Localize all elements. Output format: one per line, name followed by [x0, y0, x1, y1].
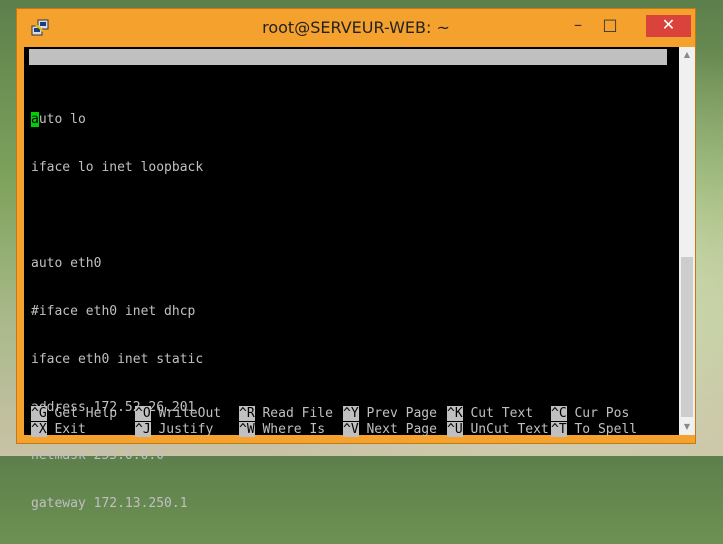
shortcut-label: WriteOut — [158, 406, 222, 421]
shortcut-key: ^T — [551, 422, 567, 437]
shortcut-label: Get Help — [54, 406, 118, 421]
shortcut-uncut-text[interactable]: ^U UnCut Text — [447, 422, 549, 438]
shortcut-key: ^X — [31, 422, 47, 437]
nano-modified-flag: Modified — [593, 97, 656, 112]
shortcut-prev-page[interactable]: ^Y Prev Page — [343, 406, 437, 422]
shortcut-key: ^K — [447, 406, 463, 421]
file-content[interactable]: auto lo iface lo inet loopback auto eth0… — [31, 80, 203, 544]
shortcut-label: Justify — [158, 422, 214, 437]
shortcut-label: Cur Pos — [574, 406, 630, 421]
terminal-window: root@SERVEUR-WEB: ~ – □ ✕ GNU nano 2.2.6… — [16, 8, 696, 511]
window-title: root@SERVEUR-WEB: ~ — [262, 18, 450, 37]
maximize-button[interactable]: □ — [595, 15, 625, 37]
shortcut-key: ^Y — [343, 406, 359, 421]
file-line: gateway 172.13.250.1 — [31, 496, 188, 511]
shortcut-exit[interactable]: ^X Exit — [31, 422, 86, 438]
shortcut-label: UnCut Text — [470, 422, 549, 437]
shortcut-writeout[interactable]: ^O WriteOut — [135, 406, 221, 422]
text-cursor: a — [31, 112, 39, 127]
shortcut-label: Cut Text — [470, 406, 534, 421]
shortcut-to-spell[interactable]: ^T To Spell — [551, 422, 637, 438]
shortcut-key: ^U — [447, 422, 463, 437]
file-line: iface lo inet loopback — [31, 160, 204, 175]
nano-status-bar: GNU nano 2.2.6 File: /etc/network/interf… — [29, 49, 667, 112]
shortcut-key: ^W — [239, 422, 255, 437]
file-line — [31, 208, 203, 224]
shortcut-label: To Spell — [574, 422, 638, 437]
nano-version: GNU nano 2.2.6 — [40, 65, 150, 80]
file-line: auto lo — [31, 112, 203, 128]
shortcut-justify[interactable]: ^J Justify — [135, 422, 213, 438]
file-line: #iface eth0 inet dhcp — [31, 304, 196, 319]
shortcut-cut-text[interactable]: ^K Cut Text — [447, 406, 533, 422]
shortcut-key: ^G — [31, 406, 47, 421]
scroll-up-arrow-icon[interactable]: ▲ — [679, 47, 695, 63]
shortcut-next-page[interactable]: ^V Next Page — [343, 422, 437, 438]
shortcut-label: Where Is — [262, 422, 326, 437]
minimize-button[interactable]: – — [563, 15, 593, 37]
shortcut-label: Read File — [262, 406, 333, 421]
file-line: iface eth0 inet static — [31, 352, 204, 367]
close-button[interactable]: ✕ — [646, 15, 691, 37]
scrollbar-thumb[interactable] — [681, 257, 693, 417]
shortcut-get-help[interactable]: ^G Get Help — [31, 406, 117, 422]
shortcut-where-is[interactable]: ^W Where Is — [239, 422, 325, 438]
shortcut-key: ^V — [343, 422, 359, 437]
shortcut-cur-pos[interactable]: ^C Cur Pos — [551, 406, 629, 422]
shortcut-read-file[interactable]: ^R Read File — [239, 406, 333, 422]
vertical-scrollbar[interactable]: ▲ ▼ — [679, 47, 695, 435]
shortcut-key: ^J — [135, 422, 151, 437]
terminal-area[interactable]: GNU nano 2.2.6 File: /etc/network/interf… — [24, 47, 679, 511]
shortcut-key: ^C — [551, 406, 567, 421]
file-line-text: uto lo — [38, 112, 86, 127]
shortcut-key: ^O — [135, 406, 151, 421]
file-line: netmask 255.0.0.0 — [31, 448, 165, 463]
file-line: auto eth0 — [31, 256, 102, 271]
shortcut-label: Prev Page — [366, 406, 437, 421]
title-bar[interactable]: root@SERVEUR-WEB: ~ – □ ✕ — [17, 9, 695, 47]
nano-filename: File: /etc/network/interfaces — [226, 81, 453, 96]
shortcut-label: Exit — [54, 422, 86, 437]
shortcut-key: ^R — [239, 406, 255, 421]
shortcut-label: Next Page — [366, 422, 437, 437]
scroll-down-arrow-icon[interactable]: ▼ — [679, 419, 695, 435]
